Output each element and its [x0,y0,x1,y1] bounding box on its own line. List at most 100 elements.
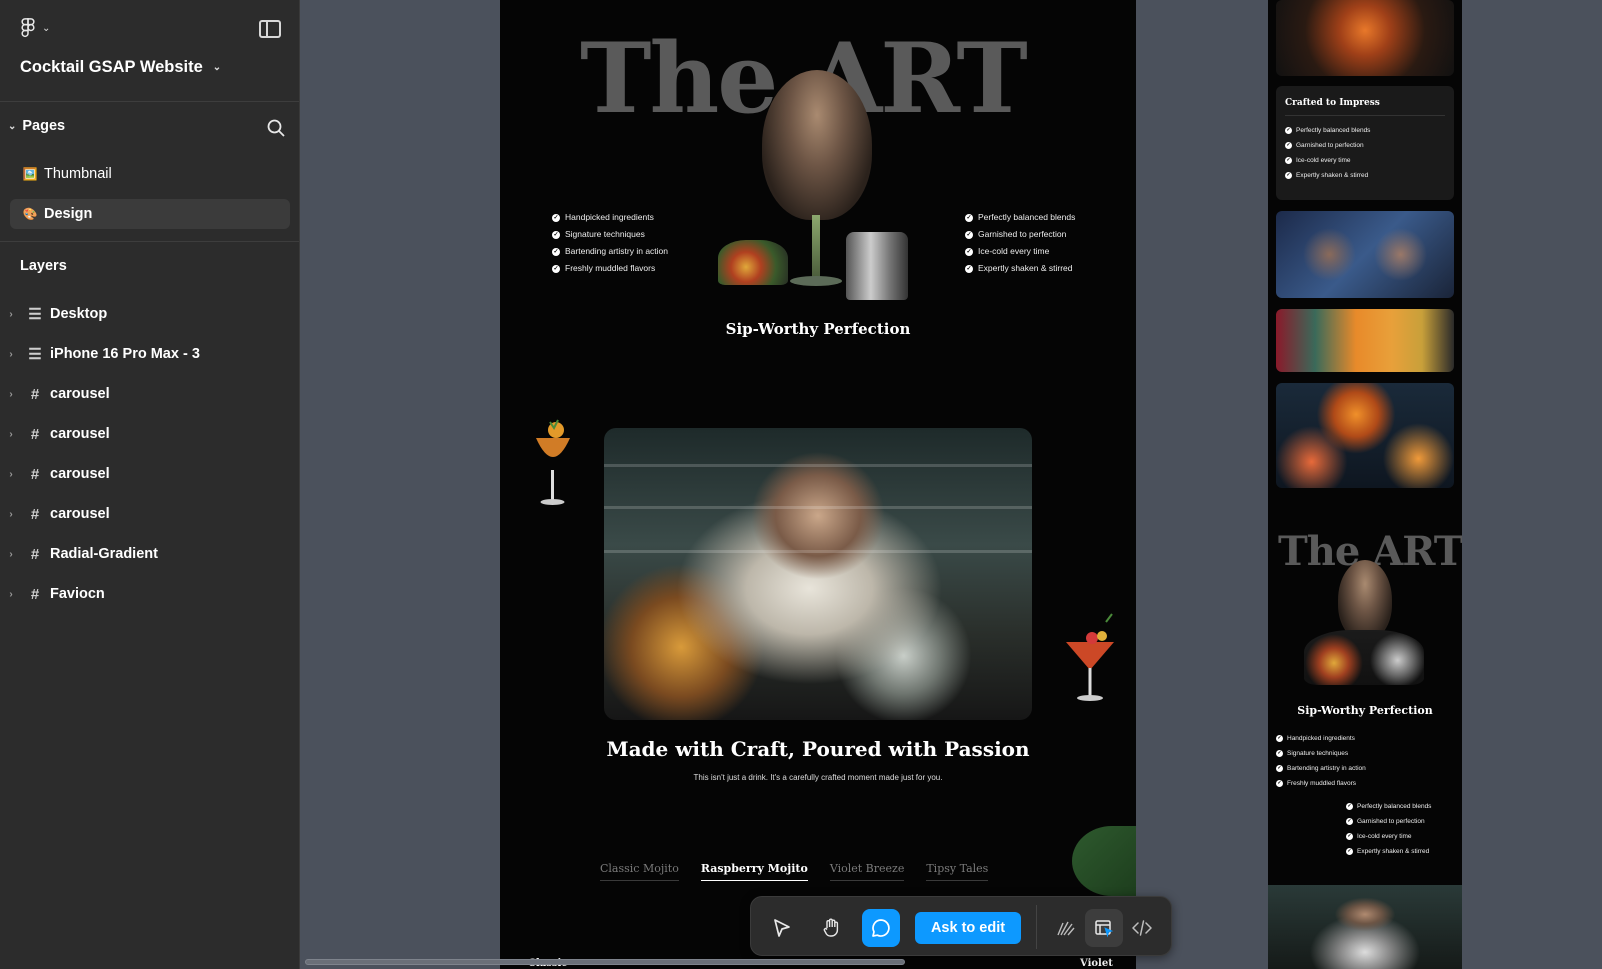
tab-classic-mojito[interactable]: Classic Mojito [600,862,679,881]
chevron-right-icon[interactable]: › [0,349,20,360]
page-item-thumbnail[interactable]: 🖼️ Thumbnail [10,159,290,189]
layer-label: carousel [50,426,110,442]
glass-base-image [790,276,842,286]
layer-row[interactable]: › # Radial-Gradient [0,538,300,570]
toolbar-divider [1036,905,1037,949]
list-item: ✓ Perfectly balanced blends [965,209,1075,226]
code-icon [1132,920,1152,936]
chevron-right-icon[interactable]: › [0,309,20,320]
main-menu-button[interactable]: ⌄ [20,18,50,38]
list-item: ✓ Ice-cold every time [1346,829,1431,844]
features-right: ✓ Perfectly balanced blends ✓ Garnished to… [965,209,1075,277]
hand-icon [823,918,839,937]
check-icon: ✓ [1276,780,1283,787]
comment-tool-button[interactable] [862,909,900,947]
layer-row[interactable]: › # carousel [0,458,300,490]
layer-label: Desktop [50,306,108,322]
feature-text: Garnished to perfection [1296,142,1364,149]
grid-icon: # [30,465,40,483]
chevron-right-icon[interactable]: › [0,509,20,520]
check-icon: ✓ [965,247,973,256]
pages-header[interactable]: ⌄ Pages [8,118,65,134]
layer-row[interactable]: › # carousel [0,498,300,530]
chevron-down-icon: ⌄ [212,62,222,73]
chevron-right-icon[interactable]: › [0,469,20,480]
feature-text: Expertly shaken & stirred [978,263,1073,273]
feature-text: Bartending artistry in action [565,246,668,256]
grid-icon: # [30,545,40,563]
tab-violet-breeze[interactable]: Violet Breeze [829,862,905,881]
mobile-bartender-photo [1268,885,1462,969]
layer-label: Radial-Gradient [50,546,158,562]
list-item: ✓ Garnished to perfection [965,226,1075,243]
chevron-right-icon[interactable]: › [0,589,20,600]
framed-picture-icon: 🖼️ [22,167,38,181]
feature-text: Ice-cold every time [1357,833,1412,840]
dev-mode-button[interactable] [1123,909,1161,947]
mobile-frame[interactable]: Crafted to Impress ✓ Perfectly balanced b… [1268,0,1462,969]
tab-tipsy-tales[interactable]: Tipsy Tales [926,862,989,881]
divider [1285,115,1445,116]
move-tool-button[interactable] [763,909,801,947]
feature-text: Perfectly balanced blends [978,212,1076,222]
feature-text: Ice-cold every time [978,246,1050,256]
list-item: ✓ Freshly muddled flavors [552,260,668,277]
check-icon: ✓ [552,230,560,239]
mobile-bartender-image [1338,560,1392,640]
palette-icon: 🎨 [22,207,38,221]
list-item: ✓ Ice-cold every time [965,243,1075,260]
check-icon: ✓ [1346,833,1353,840]
martini-glass-icon [1066,613,1114,701]
card-title: Crafted to Impress [1285,98,1380,108]
chevron-right-icon[interactable]: › [0,549,20,560]
check-icon: ✓ [1285,142,1292,149]
craft-heading: Made with Craft, Poured with Passion [606,737,1030,761]
feature-text: Handpicked ingredients [1287,735,1355,742]
layer-row[interactable]: › ☰ iPhone 16 Pro Max - 3 [0,338,300,370]
hand-tool-button[interactable] [813,909,851,947]
layer-label: carousel [50,386,110,402]
check-icon: ✓ [1346,848,1353,855]
grid-icon: # [30,425,40,443]
list-item: ✓ Garnished to perfection [1346,814,1431,829]
list-item: ✓ Freshly muddled flavors [1276,776,1366,791]
layer-row[interactable]: › # carousel [0,418,300,450]
pages-label: Pages [22,118,66,134]
feature-text: Freshly muddled flavors [1287,780,1356,787]
cocktail-thumbnail [1276,0,1454,76]
chevron-right-icon[interactable]: › [0,389,20,400]
check-icon: ✓ [1276,765,1283,772]
layers-label: Layers [20,258,67,274]
toggle-sidebar-icon[interactable] [259,20,281,38]
check-icon: ✓ [965,230,973,239]
desktop-frame[interactable]: The ART ✓ Handpicked ingredients ✓ Signatu… [500,0,1136,969]
layer-row[interactable]: › ☰ Desktop [0,298,300,330]
next-cocktail-label[interactable]: Violet [1080,958,1113,969]
check-icon: ✓ [1285,172,1292,179]
design-mode-button[interactable] [1085,909,1123,947]
tab-raspberry-mojito[interactable]: Raspberry Mojito [700,862,808,881]
glass-stem-image [812,215,820,277]
layer-label: carousel [50,506,110,522]
layer-row[interactable]: › # Faviocn [0,578,300,610]
crafted-card: Crafted to Impress ✓ Perfectly balanced b… [1276,86,1454,200]
feature-text: Signature techniques [565,229,645,239]
sidebar-header: ⌄ Cocktail GSAP Website ⌄ [0,0,299,102]
layers-sidebar: ⌄ Cocktail GSAP Website ⌄ ⌄ Pages 🖼️ Thu… [0,0,300,969]
page-label: Thumbnail [44,166,112,182]
layer-row[interactable]: › # carousel [0,378,300,410]
file-name[interactable]: Cocktail GSAP Website ⌄ [20,58,221,77]
page-item-design[interactable]: 🎨 Design [10,199,290,229]
layer-label: Faviocn [50,586,105,602]
search-icon[interactable] [266,118,286,138]
check-icon: ✓ [965,264,973,273]
chevron-right-icon[interactable]: › [0,429,20,440]
list-item: ✓ Ice-cold every time [1285,153,1370,168]
figma-logo-icon [21,18,35,38]
draw-mode-button[interactable] [1047,909,1085,947]
page-label: Design [44,206,93,222]
list-item: ✓ Expertly shaken & stirred [965,260,1075,277]
pages-section: ⌄ Pages 🖼️ Thumbnail 🎨 Design [0,102,299,242]
horizontal-scrollbar[interactable] [305,959,905,965]
ask-to-edit-button[interactable]: Ask to edit [915,912,1021,944]
